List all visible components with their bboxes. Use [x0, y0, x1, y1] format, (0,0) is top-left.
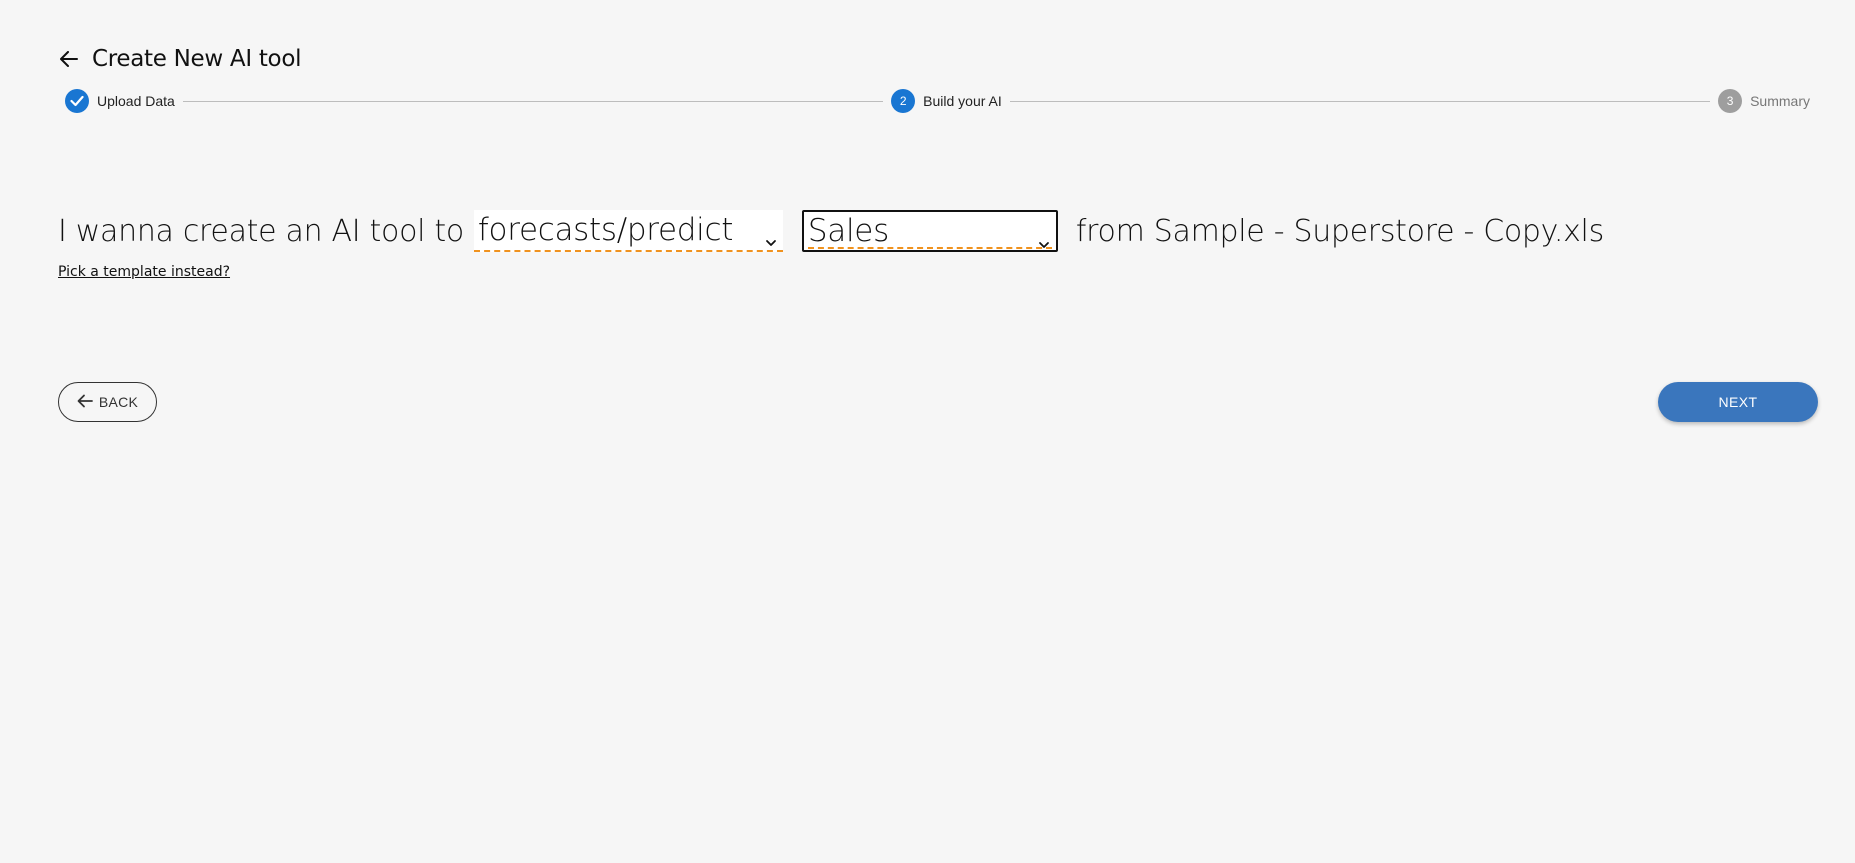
- sentence-prefix: I wanna create an AI tool to: [58, 213, 464, 249]
- check-icon: [65, 89, 89, 113]
- arrow-left-icon[interactable]: [58, 48, 80, 70]
- sentence-suffix: from Sample - Superstore - Copy.xls: [1075, 213, 1604, 249]
- step-summary: 3 Summary: [1718, 89, 1810, 113]
- step-connector: [1009, 100, 1711, 102]
- back-button-label: BACK: [98, 394, 139, 410]
- target-select-value: Sales: [807, 213, 889, 249]
- target-select[interactable]: Sales: [801, 210, 1058, 252]
- builder-sentence: I wanna create an AI tool to forecasts/p…: [58, 210, 1604, 252]
- step-label: Build your AI: [923, 93, 1002, 109]
- next-button-label: NEXT: [1718, 394, 1758, 410]
- step-label: Summary: [1750, 93, 1810, 109]
- pick-template-link[interactable]: Pick a template instead?: [58, 264, 230, 280]
- stepper: Upload Data 2 Build your AI 3 Summary: [65, 89, 1810, 113]
- action-select[interactable]: forecasts/predict: [473, 210, 783, 252]
- step-number: 2: [891, 89, 916, 113]
- chevron-down-icon: [765, 222, 777, 246]
- step-upload-data: Upload Data: [65, 89, 175, 113]
- page-header: Create New AI tool: [58, 46, 302, 72]
- step-build-your-ai: 2 Build your AI: [891, 89, 1002, 113]
- step-connector: [182, 100, 884, 102]
- create-ai-tool-page: Create New AI tool Upload Data 2 Build y…: [0, 0, 1855, 863]
- next-button[interactable]: NEXT: [1658, 382, 1818, 422]
- back-button[interactable]: BACK: [58, 382, 157, 422]
- page-title: Create New AI tool: [92, 46, 302, 72]
- action-select-value: forecasts/predict: [477, 212, 734, 248]
- step-number: 3: [1718, 89, 1743, 113]
- chevron-down-icon: [1038, 224, 1050, 248]
- step-label: Upload Data: [97, 93, 175, 109]
- arrow-left-icon: [77, 394, 93, 411]
